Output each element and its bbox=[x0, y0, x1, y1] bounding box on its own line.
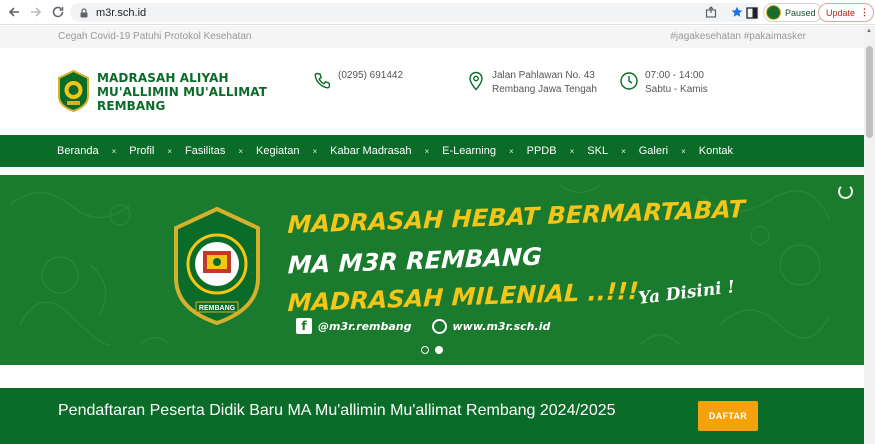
announcement-topbar: Cegah Covid-19 Patuhi Protokol Kesehatan… bbox=[0, 26, 864, 48]
lock-icon bbox=[80, 7, 88, 17]
website-icon bbox=[431, 318, 447, 334]
nav-item-fasilitas[interactable]: Fasilitas bbox=[185, 145, 225, 157]
nav-item-e-learning[interactable]: E-Learning bbox=[442, 145, 496, 157]
nav-separator: × bbox=[111, 146, 117, 156]
forward-icon[interactable] bbox=[26, 2, 46, 22]
profile-status-label: Paused bbox=[785, 7, 816, 18]
back-icon[interactable] bbox=[4, 2, 24, 22]
nav-separator: × bbox=[238, 146, 244, 156]
facebook-handle: @m3r.rembang bbox=[318, 319, 412, 333]
hero-school-logo-icon: REMBANG bbox=[174, 206, 260, 326]
nav-item-ppdb[interactable]: PPDB bbox=[527, 145, 557, 157]
nav-item-kabar-madrasah[interactable]: Kabar Madrasah bbox=[330, 145, 411, 157]
school-name-line2: MU'ALLIMIN MU'ALLIMAT bbox=[97, 85, 268, 99]
scroll-up-arrow-icon[interactable]: ▲ bbox=[866, 28, 873, 34]
nav-separator: × bbox=[508, 146, 514, 156]
nav-item-beranda[interactable]: Beranda bbox=[57, 145, 99, 157]
registration-text: Pendaftaran Peserta Didik Baru MA Mu'all… bbox=[58, 402, 616, 419]
address-bar[interactable]: m3r.sch.id bbox=[70, 3, 760, 22]
main-navigation: Beranda × Profil × Fasilitas × Kegiatan … bbox=[0, 135, 864, 167]
profile-paused-button[interactable]: Paused bbox=[763, 3, 823, 22]
nav-separator: × bbox=[312, 146, 318, 156]
facebook-icon: f bbox=[296, 318, 312, 334]
nav-separator: × bbox=[569, 146, 575, 156]
hours-time: 07:00 - 14:00 bbox=[645, 70, 704, 81]
nav-item-skl[interactable]: SKL bbox=[587, 145, 608, 157]
school-name-line3: REMBANG bbox=[97, 99, 166, 113]
more-menu-icon[interactable]: ⋮ bbox=[860, 7, 869, 18]
school-name[interactable]: MADRASAH ALIYAH MU'ALLIMIN MU'ALLIMAT RE… bbox=[97, 71, 267, 113]
school-logo-icon[interactable] bbox=[57, 70, 90, 112]
address-line2: Rembang Jawa Tengah bbox=[492, 84, 597, 95]
register-button[interactable]: DAFTAR bbox=[698, 401, 758, 431]
hero-slider[interactable]: REMBANG MADRASAH HEBAT BERMARTABAT MA M3… bbox=[0, 175, 864, 365]
url-text: m3r.sch.id bbox=[96, 6, 147, 19]
nav-item-kontak[interactable]: Kontak bbox=[699, 145, 733, 157]
nav-item-profil[interactable]: Profil bbox=[129, 145, 154, 157]
loading-spinner-icon bbox=[838, 184, 853, 199]
avatar bbox=[766, 5, 781, 20]
nav-item-kegiatan[interactable]: Kegiatan bbox=[256, 145, 299, 157]
nav-item-galeri[interactable]: Galeri bbox=[639, 145, 668, 157]
side-panel-icon[interactable] bbox=[744, 5, 760, 21]
hashtags: #jagakesehatan #pakaimasker bbox=[670, 31, 806, 42]
phone-number: (0295) 691442 bbox=[338, 70, 404, 81]
hours-days: Sabtu - Kamis bbox=[645, 84, 708, 95]
update-button[interactable]: Update ⋮ bbox=[818, 3, 875, 22]
update-label: Update bbox=[826, 7, 856, 18]
covid-notice: Cegah Covid-19 Patuhi Protokol Kesehatan bbox=[58, 31, 252, 42]
reload-icon[interactable] bbox=[48, 2, 68, 22]
nav-separator: × bbox=[167, 146, 172, 156]
website-url: www.m3r.sch.id bbox=[452, 319, 551, 333]
location-pin-icon bbox=[469, 71, 483, 91]
school-name-line1: MADRASAH ALIYAH bbox=[97, 71, 229, 85]
scrollbar-thumb[interactable] bbox=[866, 46, 873, 138]
share-icon[interactable] bbox=[703, 4, 719, 20]
nav-separator: × bbox=[424, 146, 430, 156]
slider-dot-2[interactable] bbox=[435, 346, 443, 354]
bookmark-star-icon[interactable] bbox=[729, 4, 745, 20]
phone-icon bbox=[314, 72, 331, 89]
page-scrollbar[interactable]: ▲ bbox=[864, 26, 875, 444]
registration-banner: Pendaftaran Peserta Didik Baru MA Mu'all… bbox=[0, 388, 864, 444]
hero-social-links: f @m3r.rembang www.m3r.sch.id bbox=[296, 318, 550, 334]
clock-icon bbox=[620, 72, 638, 90]
address-line1: Jalan Pahlawan No. 43 bbox=[492, 70, 595, 81]
hero-logo-label: REMBANG bbox=[199, 305, 236, 312]
nav-separator: × bbox=[621, 146, 626, 156]
slider-dot-1[interactable] bbox=[421, 346, 429, 354]
hours-info: 07:00 - 14:00 Sabtu - Kamis bbox=[619, 69, 708, 97]
browser-toolbar: m3r.sch.id Paused Update ⋮ bbox=[0, 0, 875, 25]
site-header: MADRASAH ALIYAH MU'ALLIMIN MU'ALLIMAT RE… bbox=[0, 48, 864, 135]
phone-info: (0295) 691442 bbox=[312, 69, 403, 91]
nav-separator: × bbox=[681, 146, 686, 156]
address-info: Jalan Pahlawan No. 43 Rembang Jawa Tenga… bbox=[466, 69, 597, 97]
